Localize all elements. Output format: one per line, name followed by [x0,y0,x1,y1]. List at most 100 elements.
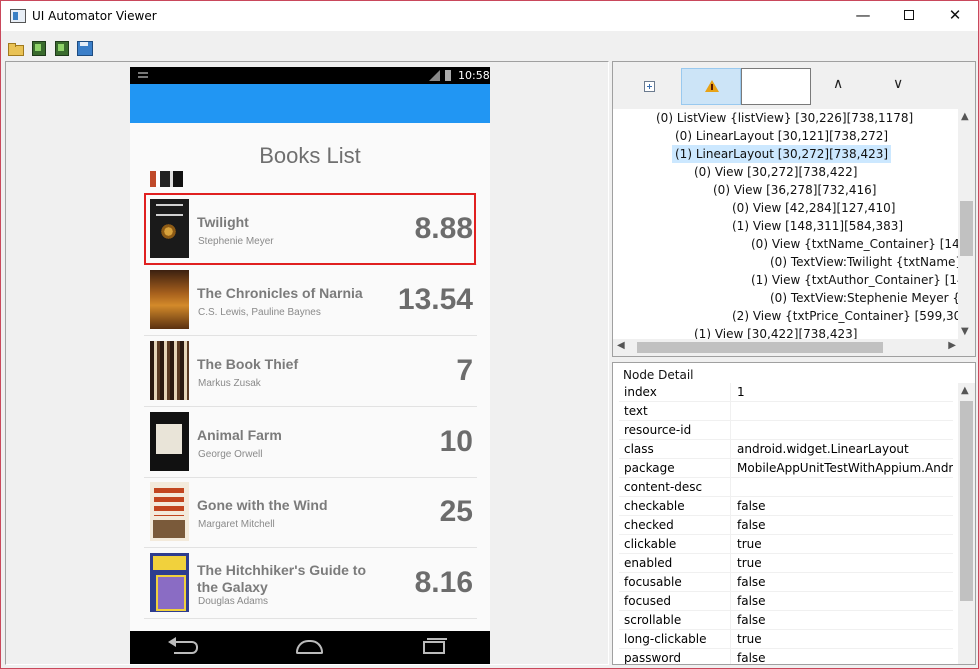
device-screenshot-icon[interactable] [30,40,46,56]
detail-value: false [737,518,766,532]
detail-row[interactable]: content-desc [619,478,953,497]
scroll-left-icon[interactable]: ◀ [617,340,625,351]
warning-mark [711,84,713,90]
detail-row[interactable]: scrollable false [619,611,953,630]
maximize-icon [904,10,914,20]
home-icon[interactable] [296,640,323,654]
detail-key: content-desc [619,478,731,497]
scroll-thumb[interactable] [960,401,973,601]
detail-row[interactable]: package MobileAppUnitTestWithAppium.Andr.… [619,459,953,478]
tree-vertical-scrollbar[interactable]: ▲ ▼ [958,109,975,339]
device-screen[interactable]: 10:58 Books List Twilight Stephenie Meye… [130,67,490,664]
scroll-down-icon[interactable]: ▼ [961,326,969,337]
save-icon[interactable] [76,40,93,56]
previous-result-button[interactable]: ∧ [833,76,843,92]
detail-row[interactable]: checkable false [619,497,953,516]
book-name: The Chronicles of Narnia [197,285,363,301]
tree-node[interactable]: (1) View {txtAuthor_Container} [148,353 [748,271,975,289]
scroll-right-icon[interactable]: ▶ [948,340,956,351]
detail-row[interactable]: text [619,402,953,421]
detail-key: password [619,649,731,664]
scroll-thumb[interactable] [637,342,883,353]
detail-value: false [737,499,766,513]
tree-node[interactable]: (2) View {txtPrice_Container} [599,302][… [729,307,975,325]
close-button[interactable]: ✕ [932,1,978,31]
detail-key: focused [619,592,731,611]
detail-value: false [737,613,766,627]
scroll-up-icon[interactable]: ▲ [961,111,969,122]
notification-icon [138,72,148,78]
tree-node[interactable]: (0) TextView:Twilight {txtName} [14 [767,253,975,271]
book-cover-image [150,482,189,541]
detail-value: true [737,556,762,570]
device-screenshot-compressed-icon[interactable] [53,40,69,56]
selected-node-highlight [144,193,476,265]
book-row[interactable]: Gone with the Wind Margaret Mitchell 25 [144,477,477,548]
book-name: The Hitchhiker's Guide to the Galaxy [197,562,367,595]
tree-horizontal-scrollbar[interactable]: ◀ ▶ [613,339,960,356]
detail-row[interactable]: password false [619,649,953,665]
status-time: 10:58 [458,69,490,82]
tree-node[interactable]: (0) View {txtName_Container} [148,311][ [748,235,975,253]
book-author: Markus Zusak [198,378,261,389]
main-toolbar [1,37,978,59]
detail-key: long-clickable [619,630,731,649]
detail-key: class [619,440,731,459]
detail-key: focusable [619,573,731,592]
tree-node[interactable]: (0) View [42,284][127,410] [729,199,898,217]
detail-row[interactable]: long-clickable true [619,630,953,649]
back-icon[interactable] [168,637,198,654]
detail-value: android.widget.LinearLayout [737,442,909,456]
book-price: 7 [456,354,473,387]
book-row[interactable]: The Chronicles of Narnia C.S. Lewis, Pau… [144,265,477,336]
tree-node[interactable]: (0) View [30,272][738,422] [691,163,860,181]
tree-node[interactable]: (0) LinearLayout [30,121][738,272] [672,127,891,145]
detail-value: false [737,651,766,665]
signal-icon [429,70,440,81]
tree-node[interactable]: (0) ListView {listView} [30,226][738,117… [653,109,916,127]
minimize-button[interactable]: — [840,1,886,31]
recent-apps-icon[interactable] [423,638,447,654]
battery-icon [445,70,451,81]
detail-key: checkable [619,497,731,516]
window-title: UI Automator Viewer [32,9,157,23]
detail-row[interactable]: class android.widget.LinearLayout [619,440,953,459]
tree-node[interactable]: (0) TextView:Stephenie Meyer {txtAu [767,289,975,307]
toggle-nafs-button[interactable] [681,68,741,105]
node-detail-title: Node Detail [623,368,694,382]
next-result-button[interactable]: ∨ [893,76,903,92]
tree-toolbar: ∧ ∨ [612,61,976,109]
book-cover-image [150,412,189,471]
screenshot-pane: 10:58 Books List Twilight Stephenie Meye… [5,61,609,665]
book-row[interactable]: Animal Farm George Orwell 10 [144,407,477,478]
expand-all-icon[interactable] [644,81,655,92]
detail-row[interactable]: enabled true [619,554,953,573]
tree-node-selected[interactable]: (1) LinearLayout [30,272][738,423] [672,145,892,163]
book-row[interactable]: The Book Thief Markus Zusak 7 [144,336,477,407]
detail-key: clickable [619,535,731,554]
scroll-thumb[interactable] [960,201,973,256]
detail-row[interactable]: clickable true [619,535,953,554]
book-price: 8.16 [414,566,473,599]
detail-row[interactable]: focused false [619,592,953,611]
detail-value [731,402,953,421]
folder-open-icon[interactable] [7,40,24,56]
tree-node[interactable]: (0) View [36,278][732,416] [710,181,879,199]
node-detail-panel: Node Detail index 1 text resource-id clas… [612,362,976,665]
detail-row[interactable]: checked false [619,516,953,535]
page-title: Books List [259,143,361,168]
detail-key: checked [619,516,731,535]
scroll-up-icon[interactable]: ▲ [961,385,969,396]
detail-row[interactable]: index 1 [619,383,953,402]
hierarchy-tree[interactable]: (0) ListView {listView} [30,226][738,117… [612,109,976,357]
title-bar[interactable]: UI Automator Viewer — ✕ [1,1,978,31]
detail-key: scrollable [619,611,731,630]
book-row[interactable]: The Hitchhiker's Guide to the Galaxy Dou… [144,548,477,619]
detail-row[interactable]: focusable false [619,573,953,592]
detail-vertical-scrollbar[interactable]: ▲ [958,383,975,664]
maximize-button[interactable] [886,1,932,31]
tree-node[interactable]: (1) View [148,311][584,383] [729,217,906,235]
book-price: 25 [439,495,473,528]
search-input[interactable] [741,68,811,105]
detail-row[interactable]: resource-id [619,421,953,440]
